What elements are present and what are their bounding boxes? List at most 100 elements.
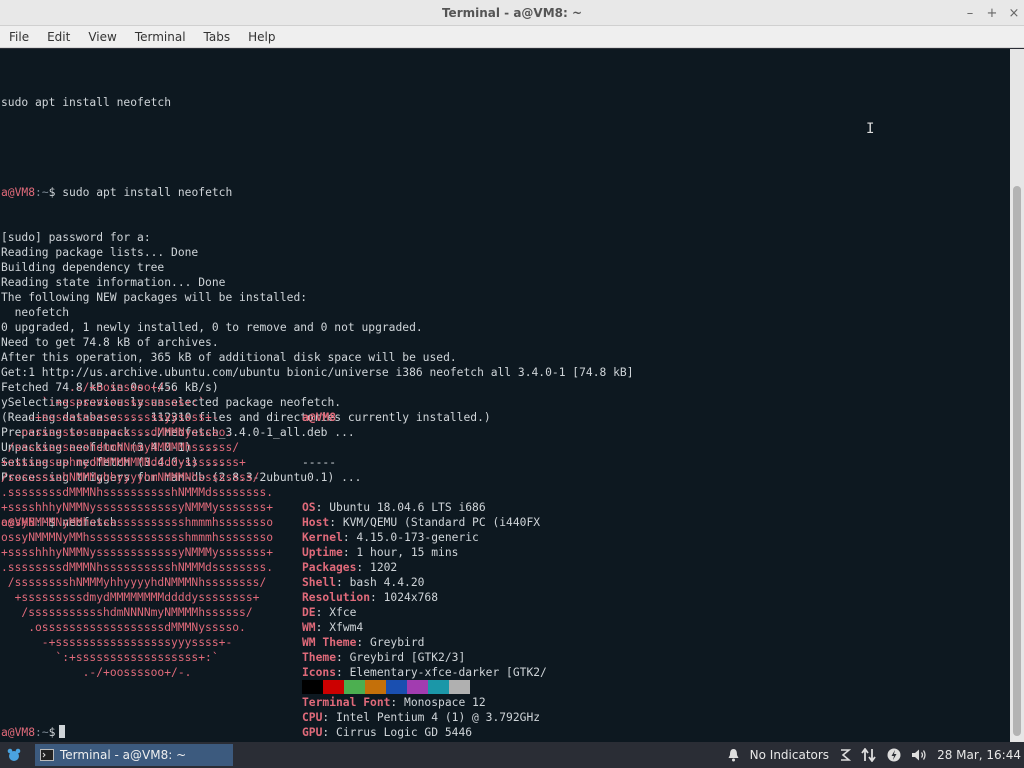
prompt-path: :~ [35,186,49,199]
info-colon: : [336,666,350,679]
window-titlebar[interactable]: Terminal - a@VM8: ~ – + × [0,0,1024,26]
info-key: Resolution [302,591,371,604]
info-value: 4.15.0-173-generic [356,531,479,544]
active-prompt[interactable]: a@VM8:~$ [1,725,66,740]
info-colon: : [390,696,405,709]
color-swatch [386,680,407,694]
color-swatch [449,680,470,694]
terminal-line: The following NEW packages will be insta… [1,291,308,304]
menu-file[interactable]: File [0,26,38,48]
close-button[interactable]: × [1004,3,1024,23]
info-key: WM Theme [302,636,357,649]
info-colon: : [342,546,357,559]
terminal-line: Get:1 http://us.archive.ubuntu.com/ubunt… [1,366,634,379]
logo-line: .ossssssssssssssssssdMMMNysssso. [1,426,233,439]
mouse-ibeam-icon: I [866,121,875,137]
info-value: KVM/QEMU (Standard PC (i440FX [342,516,541,529]
color-swatch [428,680,449,694]
taskbar-item-terminal[interactable]: Terminal - a@VM8: ~ [35,744,233,766]
network-transfer-icon[interactable] [861,748,877,762]
menu-tabs[interactable]: Tabs [195,26,240,48]
notification-bell-icon[interactable] [727,748,740,762]
terminal-view[interactable]: sudo apt install neofetch a@VM8:~$ sudo … [0,49,1010,742]
logo-line: /ssssssssssshdmNNNNmyNMMMMhssssss/ [1,606,253,619]
color-swatch [323,680,344,694]
logo-line: .ssssssssdMMMNhsssssssssshNMMMdssssssss. [1,561,274,574]
whisker-menu-button[interactable] [0,742,28,768]
terminal-scrollbar[interactable] [1010,49,1024,742]
info-key: Packages [302,561,357,574]
logo-line: .-/+oossssoo+/-. [1,666,192,679]
prompt-symbol: $ [48,726,56,739]
logo-line: -+ssssssssssssssssssyyssss+- [1,411,219,424]
info-row: OS: Ubuntu 18.04.6 LTS i686 [302,500,547,515]
info-colon: : [336,576,350,589]
info-key: DE [302,606,316,619]
terminal-line: sudo apt install neofetch [1,96,172,109]
logo-line: `:+ssssssssssssssssss+:` [1,651,219,664]
info-value: Greybird [GTK2/3] [349,651,466,664]
info-colon: : [322,726,337,739]
info-colon: : [315,606,330,619]
volume-icon[interactable] [911,748,927,762]
logo-line: +sssshhhyNMMNyssssssssssssyNMMMysssssss+ [1,546,274,559]
logo-line: +ssssssssshmydMMMMMMMNddddyssssssss+ [1,456,246,469]
logo-line: ossyNMMMNyMMhsssssssssssssshmmmhssssssso [1,531,274,544]
system-tray: No Indicators 28 Mar, 16:44 [722,742,1024,768]
info-row: Icons: Elementary-xfce-darker [GTK2/ [302,665,547,680]
info-header: a@VM8 [302,411,337,424]
info-value: Greybird [370,636,425,649]
info-colon: : [322,711,337,724]
menu-view[interactable]: View [79,26,125,48]
info-colon: : [356,561,371,574]
info-row: Kernel: 4.15.0-173-generic [302,530,547,545]
logo-line: .ssssssssdMMMNhsssssssssshNMMMdssssssss. [1,486,274,499]
prompt-user: a@VM8 [1,726,36,739]
logo-line: `:+ssssssssssssssssss+:` [1,396,206,409]
info-row: Terminal Font: Monospace 12 [302,695,547,710]
info-key: CPU [302,711,323,724]
info-key: Uptime [302,546,343,559]
terminal-line: 0 upgraded, 1 newly installed, 0 to remo… [1,321,423,334]
maximize-button[interactable]: + [982,3,1002,23]
menu-edit[interactable]: Edit [38,26,79,48]
color-swatch [407,680,428,694]
clock[interactable]: 28 Mar, 16:44 [937,748,1021,762]
info-row: CPU: Intel Pentium 4 (1) @ 3.792GHz [302,710,547,725]
info-key: Theme [302,651,337,664]
neofetch-ubuntu-logo: .-/+oossssoo+/-. `:+ssssssssssssssssss+:… [1,380,273,680]
scrollbar-thumb[interactable] [1013,186,1021,736]
menu-terminal[interactable]: Terminal [126,26,195,48]
info-key: Shell [302,576,337,589]
info-colon: : [329,516,343,529]
prompt-path: :~ [35,726,49,739]
logo-line: /sssssssshNMMMyhhyyyyhdNMMMNhssssssss/ [1,576,267,589]
info-value: bash 4.4.20 [349,576,425,589]
terminal-line: Need to get 74.8 kB of archives. [1,336,219,349]
mouse-logo-icon [7,748,21,761]
info-colon: : [370,591,384,604]
info-row: Resolution: 1024x768 [302,590,547,605]
info-colon: : [315,621,330,634]
power-icon[interactable] [887,748,901,762]
color-palette [302,680,470,694]
minimize-button[interactable]: – [960,3,980,23]
logo-line: .ossssssssssssssssssdMMMNysssso. [1,621,246,634]
info-row: Packages: 1202 [302,560,547,575]
command-text: sudo apt install neofetch [55,186,233,199]
logo-line: -+sssssssssssssssssyyyssss+- [1,636,233,649]
info-key: Kernel [302,531,343,544]
logo-line: /ssssssssssshdmmNNmmyNMMMMhssssss/ [1,441,240,454]
keyboard-layout-icon[interactable] [839,748,852,762]
window-title: Terminal - a@VM8: ~ [441,5,583,20]
info-value: Intel Pentium 4 (1) @ 3.792GHz [336,711,541,724]
prompt-user: a@VM8 [1,186,36,199]
info-row: DE: Xfce [302,605,547,620]
menu-help[interactable]: Help [239,26,284,48]
terminal-line: After this operation, 365 kB of addition… [1,351,457,364]
info-value: Cirrus Logic GD 5446 [336,726,473,739]
terminal-line: neofetch [1,306,70,319]
indicators-label[interactable]: No Indicators [750,748,829,762]
logo-line: /sssssssshNMMMyhhyyyyhmNMMMNhssssssss/ [1,471,260,484]
taskbar: Terminal - a@VM8: ~ No Indicators 28 Mar… [0,742,1024,768]
